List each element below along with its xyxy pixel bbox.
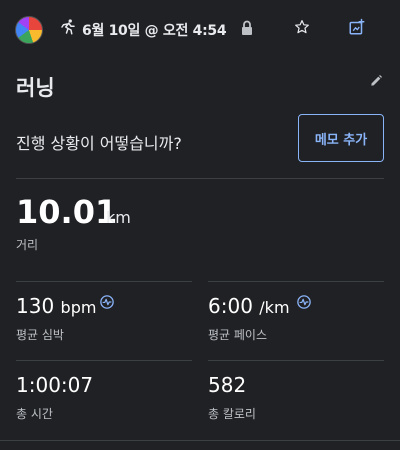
pace-chart-icon[interactable] [297,295,311,309]
progress-question: 진행 상황이 어떻습니까? [16,134,182,153]
divider [16,281,192,282]
activity-title: 러닝 [16,76,55,100]
divider [16,360,192,361]
heart-rate-chart-icon[interactable] [100,295,114,309]
top-bar: 6월 10일 @ 오전 4:54 [0,0,400,58]
distance-unit: km [106,208,131,227]
star-icon[interactable] [294,19,310,35]
total-time-label: 총 시간 [16,407,53,421]
avg-pace-label: 평균 페이스 [208,328,268,342]
total-calories-value: 582 [208,373,247,397]
avg-pace-unit: /km [259,298,290,317]
divider [208,360,384,361]
avg-heart-rate-value: 130 bpm [16,294,97,318]
total-calories-label: 총 칼로리 [208,407,256,421]
divider [16,178,384,179]
avg-heart-rate-unit: bpm [60,298,97,317]
avg-pace-value: 6:00 /km [208,294,290,318]
lock-icon[interactable] [240,20,254,36]
edit-icon[interactable] [369,74,383,88]
share-icon[interactable] [348,18,366,36]
divider [0,440,400,441]
avatar[interactable] [15,16,43,44]
distance-value: 10.01 [16,193,118,231]
run-icon [61,19,75,35]
distance-label: 거리 [16,238,39,252]
add-memo-button[interactable]: 메모 추가 [298,114,384,162]
divider [208,281,384,282]
activity-date-time: 6월 10일 @ 오전 4:54 [82,23,227,39]
avg-heart-rate-label: 평균 심박 [16,328,64,342]
total-time-value: 1:00:07 [16,373,94,397]
